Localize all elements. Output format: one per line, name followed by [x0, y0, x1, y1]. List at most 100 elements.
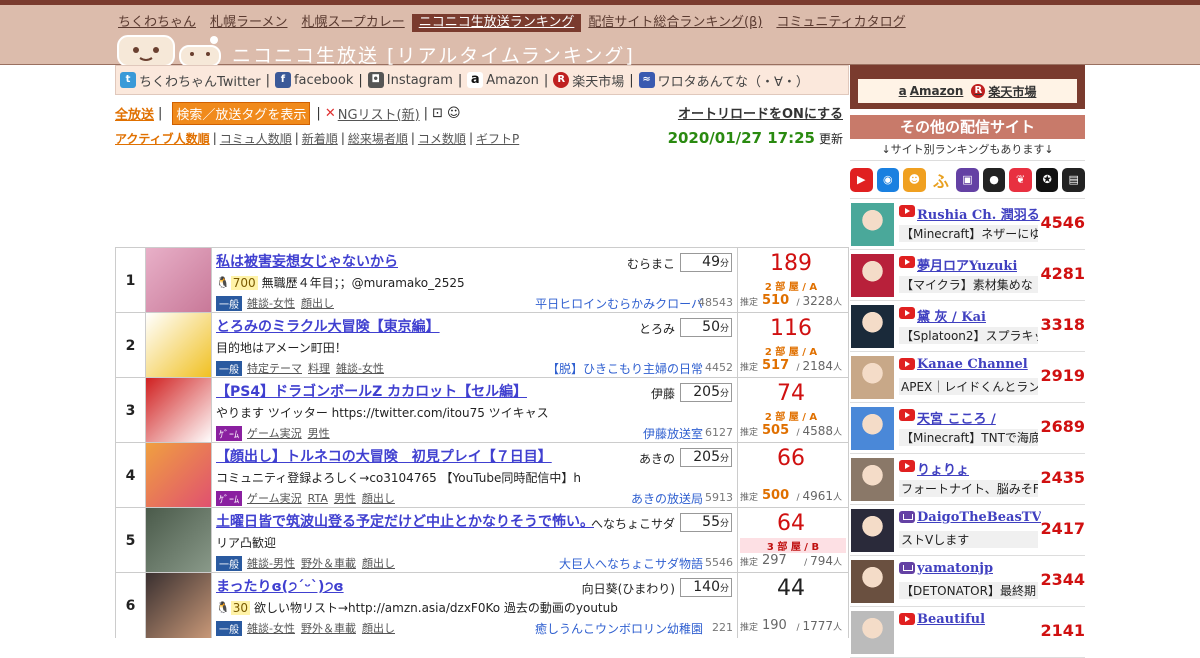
stream-title-link[interactable]: 土曜日皆で筑波山登る予定だけど中止とかなりそうで怖い。	[216, 511, 594, 531]
facebook-link-label[interactable]: facebook	[294, 73, 353, 88]
community-link[interactable]: あきの放送局	[631, 490, 703, 507]
streamer-row[interactable]: DaigoTheBeasTV ストVします 2417	[850, 505, 1085, 556]
facebook-link[interactable]: f facebook	[274, 72, 353, 88]
chikuwa-logo[interactable]	[116, 32, 226, 68]
youtube-icon[interactable]: ▶	[849, 167, 873, 192]
wrotta-link[interactable]: ≈ ワロタあんてな（・∀・）	[638, 71, 809, 90]
sort-option[interactable]: コミュ人数順	[220, 130, 292, 147]
tag-link[interactable]: 野外＆車載	[301, 555, 356, 571]
ng-list-link[interactable]: NGリスト(新)	[338, 104, 420, 123]
community-link[interactable]: 大巨人へなちょこサダ物語	[559, 555, 703, 572]
tag-link[interactable]: 雑談-女性	[247, 620, 295, 636]
category-badge[interactable]: 一般	[216, 360, 242, 376]
nav-item[interactable]: コミュニティカタログ	[769, 14, 912, 32]
tag-link[interactable]: 料理	[308, 360, 330, 376]
streamer-name-link[interactable]: 夢月ロアYuzuki	[917, 255, 1017, 274]
17live-icon[interactable]: ❦	[1009, 167, 1032, 192]
streamer-name-link[interactable]: 天宮 こころ /	[917, 408, 996, 427]
stream-thumbnail[interactable]	[146, 573, 212, 638]
tag-link[interactable]: 雑談-女性	[247, 295, 295, 311]
streamer-row[interactable]: Rushia Ch. 潤羽る 【Minecraft】ネザーにゆ 4546	[850, 199, 1085, 250]
streamer-avatar[interactable]	[851, 458, 894, 501]
instagram-link-label[interactable]: Instagram	[387, 73, 453, 88]
streamer-avatar[interactable]	[851, 356, 894, 399]
category-badge[interactable]: 一般	[216, 620, 242, 636]
streamer-row[interactable]: 黛 灰 / Kai 【Splatoon2】スプラキッ 3318	[850, 301, 1085, 352]
chikuwa-icon[interactable]: ☺	[447, 106, 461, 121]
openrec-icon[interactable]: ◉	[876, 167, 900, 192]
streamer-row[interactable]: 天宮 こころ / 【Minecraft】TNTで海底神 2689	[850, 403, 1085, 454]
streamer-name-link[interactable]: Beautiful	[917, 612, 985, 627]
streamer-name-link[interactable]: yamatonjp	[917, 561, 993, 576]
streamer-name-link[interactable]: Kanae Channel	[917, 357, 1028, 372]
tag-link[interactable]: ゲーム実況	[247, 425, 302, 441]
streamer-row[interactable]: Kanae Channel APEX｜レイドくんとラン 2919	[850, 352, 1085, 403]
showroom-icon[interactable]: ●	[982, 167, 1006, 192]
streamer-row[interactable]: yamatonjp 【DETONATOR】最終期 2344	[850, 556, 1085, 607]
stream-title-link[interactable]: 【顔出し】トルネコの大冒険 初見プレイ【７日目】	[216, 446, 552, 466]
tag-link[interactable]: 雑談-男性	[247, 555, 295, 571]
category-badge[interactable]: ｹﾞｰﾑ	[216, 425, 242, 441]
auto-reload-toggle[interactable]: オートリロードをONにする	[678, 103, 843, 122]
category-badge[interactable]: 一般	[216, 555, 242, 571]
tv-icon[interactable]: ▤	[1062, 167, 1086, 192]
tag-link[interactable]: 男性	[308, 425, 330, 441]
twitter-link-label[interactable]: ちくわちゃんTwitter	[139, 71, 261, 90]
stream-title-link[interactable]: まったりɞ(੭ˊᵕˋ)੭ɞ	[216, 576, 344, 596]
streamer-name-link[interactable]: 黛 灰 / Kai	[917, 306, 986, 325]
nav-item[interactable]: 札幌ラーメン	[203, 14, 294, 32]
category-badge[interactable]: 一般	[216, 295, 242, 311]
streamer-row[interactable]: 夢月ロアYuzuki 【マイクラ】素材集めな 4281	[850, 250, 1085, 301]
sidebar-amazon-link[interactable]: a Amazon	[899, 84, 964, 98]
tag-link[interactable]: 顔出し	[362, 490, 395, 506]
streamer-name-link[interactable]: DaigoTheBeasTV	[917, 510, 1041, 525]
streamer-avatar[interactable]	[851, 305, 894, 348]
amazon-link[interactable]: a Amazon	[467, 72, 539, 88]
streamer-row[interactable]: りょりょ フォートナイト、脳みそF 2435	[850, 454, 1085, 505]
streamer-avatar[interactable]	[851, 611, 894, 654]
community-link[interactable]: 平日ヒロインむらかみクローバ	[535, 295, 703, 312]
mildom-icon[interactable]: ☻	[903, 167, 926, 192]
stream-thumbnail[interactable]	[146, 508, 212, 573]
tag-link[interactable]: 顔出し	[362, 620, 395, 636]
stream-thumbnail[interactable]	[146, 443, 212, 508]
tag-link[interactable]: RTA	[308, 492, 328, 505]
streamer-avatar[interactable]	[851, 407, 894, 450]
sort-option[interactable]: アクティブ人数順	[115, 130, 210, 147]
nav-item[interactable]: ニコニコ生放送ランキング	[411, 14, 582, 32]
streamer-name-link[interactable]: りょりょ	[917, 459, 969, 478]
robot-icon[interactable]: ⊡	[432, 106, 443, 121]
community-link[interactable]: 【脱】ひきこもり主婦の日常	[547, 360, 703, 377]
tag-link[interactable]: 男性	[334, 490, 356, 506]
sidebar-rakuten-link[interactable]: R 楽天市場	[971, 83, 1036, 100]
tag-link[interactable]: ゲーム実況	[247, 490, 302, 506]
tag-link[interactable]: 顔出し	[301, 295, 334, 311]
fuwa-icon[interactable]: ふ	[929, 167, 953, 192]
stream-thumbnail[interactable]	[146, 378, 212, 443]
rakuten-link-label[interactable]: 楽天市場	[572, 71, 624, 90]
amazon-link-label[interactable]: Amazon	[486, 73, 539, 88]
tag-link[interactable]: 雑談-女性	[336, 360, 384, 376]
streamer-avatar[interactable]	[851, 560, 894, 603]
cat-icon[interactable]: ✪	[1035, 167, 1059, 192]
streamer-avatar[interactable]	[851, 203, 894, 246]
twitch-icon[interactable]: ▣	[956, 167, 979, 192]
stream-title-link[interactable]: 【PS4】ドラゴンボールZ カカロット【セル編】	[216, 381, 527, 401]
wrotta-link-label[interactable]: ワロタあんてな（・∀・）	[658, 71, 809, 90]
nav-item[interactable]: ちくわちゃん	[116, 14, 203, 32]
nav-item[interactable]: 配信サイト総合ランキング(β)	[581, 14, 769, 32]
stream-title-link[interactable]: 私は被害妄想女じゃないから	[216, 251, 398, 271]
rakuten-link[interactable]: R 楽天市場	[553, 71, 624, 90]
nav-item[interactable]: 札幌スープカレー	[295, 14, 412, 32]
sort-option[interactable]: 新着順	[302, 130, 338, 147]
tag-link[interactable]: 野外＆車載	[301, 620, 356, 636]
streamer-avatar[interactable]	[851, 509, 894, 552]
stream-title-link[interactable]: とろみのミラクル大冒険【東京編】	[216, 316, 440, 336]
all-streams-link[interactable]: 全放送	[115, 104, 154, 123]
category-badge[interactable]: ｹﾞｰﾑ	[216, 490, 242, 506]
community-link[interactable]: 癒しうんこウンボロリン幼稚園	[535, 620, 703, 637]
tag-link[interactable]: 顔出し	[362, 555, 395, 571]
sort-option[interactable]: コメ数順	[418, 130, 466, 147]
tag-link[interactable]: 特定テーマ	[247, 360, 302, 376]
twitter-link[interactable]: t ちくわちゃんTwitter	[120, 71, 261, 90]
